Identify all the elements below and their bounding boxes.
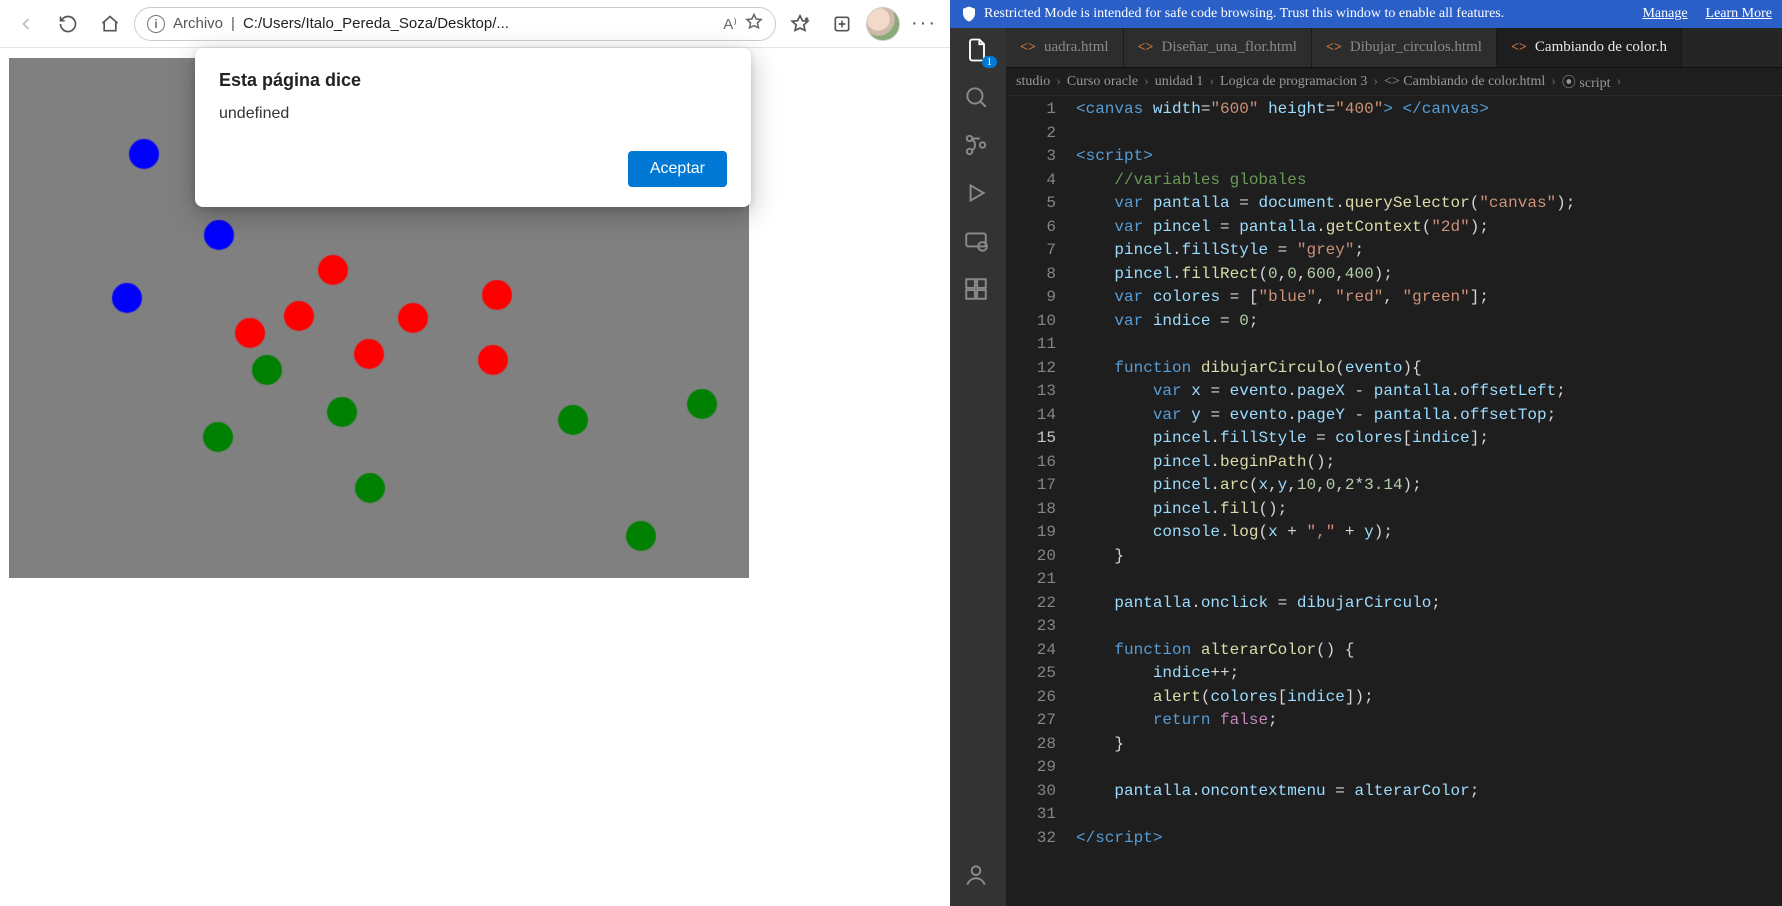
read-aloud-icon[interactable]: A⁾ bbox=[723, 15, 737, 33]
search-icon[interactable] bbox=[963, 84, 993, 114]
file-icon: <> bbox=[1138, 40, 1154, 56]
file-icon: <> bbox=[1020, 40, 1036, 56]
address-path: C:/Users/Italo_Pereda_Soza/Desktop/... bbox=[243, 15, 509, 32]
home-button[interactable] bbox=[92, 6, 128, 42]
editor-tab[interactable]: <> uadra.html bbox=[1006, 28, 1124, 67]
tab-label: Dibujar_circulos.html bbox=[1350, 39, 1482, 56]
collections-button[interactable] bbox=[824, 6, 860, 42]
source-control-icon[interactable] bbox=[963, 132, 993, 162]
tab-label: uadra.html bbox=[1044, 39, 1109, 56]
accounts-icon[interactable] bbox=[963, 862, 993, 892]
line-gutter: 1234567891011121314151617181920212223242… bbox=[1006, 98, 1076, 906]
favorites-button[interactable] bbox=[782, 6, 818, 42]
breadcrumb-item[interactable]: <> Cambiando de color.html bbox=[1384, 74, 1545, 90]
dialog-title: Esta página dice bbox=[219, 70, 727, 91]
shield-icon bbox=[960, 5, 978, 23]
back-button[interactable] bbox=[8, 6, 44, 42]
vscode-window: Restricted Mode is intended for safe cod… bbox=[950, 0, 1782, 906]
browser-content: Esta página dice undefined Aceptar bbox=[0, 48, 950, 906]
banner-manage-link[interactable]: Manage bbox=[1642, 6, 1687, 22]
breadcrumb[interactable]: studio›Curso oracle›unidad 1›Logica de p… bbox=[1006, 68, 1782, 96]
browser-toolbar: i Archivo | C:/Users/Italo_Pereda_Soza/D… bbox=[0, 0, 950, 48]
refresh-button[interactable] bbox=[50, 6, 86, 42]
editor-tab[interactable]: <> Diseñar_una_flor.html bbox=[1124, 28, 1312, 67]
remote-icon[interactable] bbox=[963, 228, 993, 258]
explorer-badge: 1 bbox=[982, 56, 998, 68]
tab-label: Diseñar_una_flor.html bbox=[1162, 39, 1297, 56]
restricted-mode-banner: Restricted Mode is intended for safe cod… bbox=[950, 0, 1782, 28]
banner-learn-link[interactable]: Learn More bbox=[1706, 6, 1772, 22]
favorite-icon[interactable] bbox=[745, 13, 763, 35]
editor-tab[interactable]: <> Cambiando de color.h bbox=[1497, 28, 1682, 67]
breadcrumb-item[interactable]: unidad 1 bbox=[1155, 74, 1204, 90]
address-bar[interactable]: i Archivo | C:/Users/Italo_Pereda_Soza/D… bbox=[134, 7, 776, 41]
editor-area: <> uadra.html <> Diseñar_una_flor.html <> Dib… bbox=[1006, 28, 1782, 906]
extensions-icon[interactable] bbox=[963, 276, 993, 306]
explorer-icon[interactable]: 1 bbox=[963, 36, 993, 66]
address-label: Archivo bbox=[173, 15, 223, 32]
breadcrumb-item[interactable]: Curso oracle bbox=[1067, 74, 1138, 90]
breadcrumb-item[interactable]: Logica de programacion 3 bbox=[1220, 74, 1367, 90]
dialog-ok-button[interactable]: Aceptar bbox=[628, 151, 727, 187]
file-icon: <> bbox=[1511, 40, 1527, 56]
address-sep: | bbox=[231, 15, 235, 32]
profile-avatar[interactable] bbox=[866, 7, 900, 41]
browser-window: i Archivo | C:/Users/Italo_Pereda_Soza/D… bbox=[0, 0, 950, 906]
editor-tabs: <> uadra.html <> Diseñar_una_flor.html <> Dib… bbox=[1006, 28, 1782, 68]
activity-bar: 1 bbox=[950, 28, 1006, 906]
breadcrumb-item[interactable]: studio bbox=[1016, 74, 1050, 90]
file-icon: <> bbox=[1326, 40, 1342, 56]
alert-dialog: Esta página dice undefined Aceptar bbox=[195, 48, 751, 207]
code-content[interactable]: <canvas width="600" height="400"> </canv… bbox=[1076, 98, 1782, 906]
tab-label: Cambiando de color.h bbox=[1535, 39, 1667, 56]
breadcrumb-item[interactable]: ⦿ script bbox=[1562, 72, 1611, 92]
editor-tab[interactable]: <> Dibujar_circulos.html bbox=[1312, 28, 1497, 67]
run-debug-icon[interactable] bbox=[963, 180, 993, 210]
more-button[interactable]: ··· bbox=[906, 6, 942, 42]
code-editor[interactable]: 1234567891011121314151617181920212223242… bbox=[1006, 96, 1782, 906]
site-info-icon[interactable]: i bbox=[147, 15, 165, 33]
banner-text: Restricted Mode is intended for safe cod… bbox=[984, 6, 1624, 22]
dialog-message: undefined bbox=[219, 105, 727, 123]
